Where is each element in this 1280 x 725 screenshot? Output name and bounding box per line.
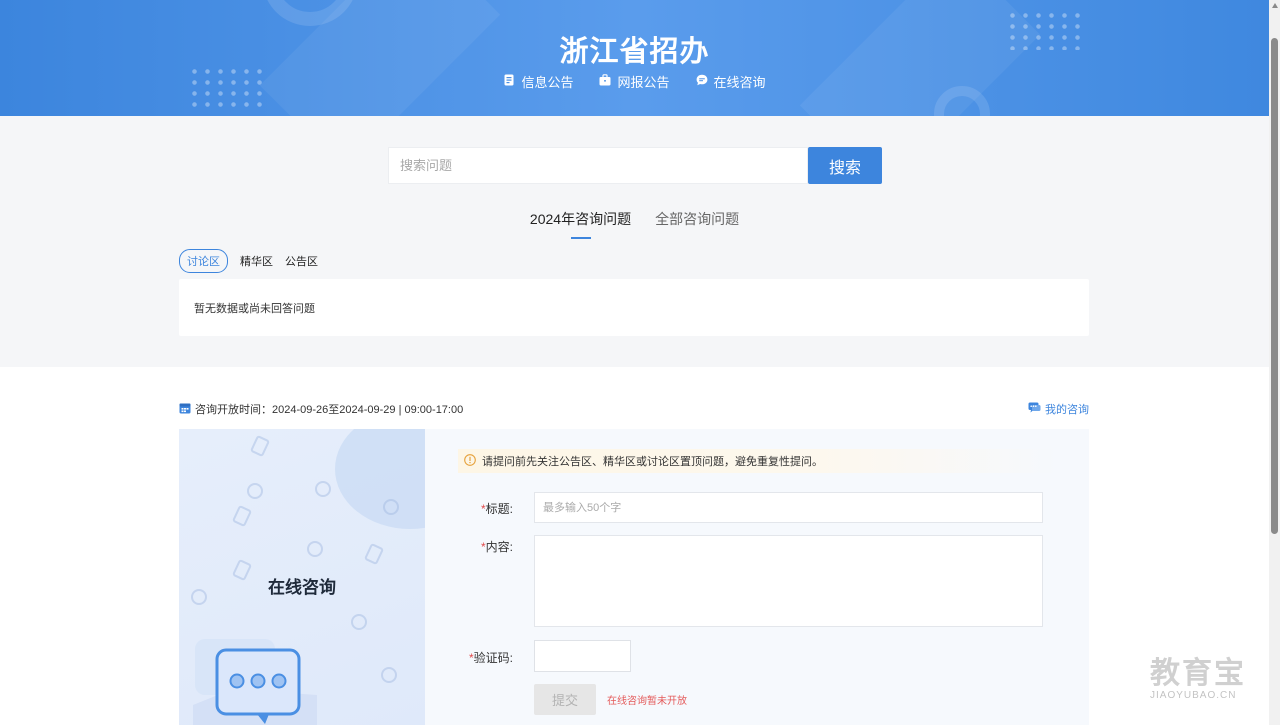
empty-state-text: 暂无数据或尚未回答问题 [194,303,315,315]
document-icon [503,74,515,89]
chat-bubble-icon [696,74,708,89]
content-label: *内容: [451,538,513,555]
content-label-text: 内容: [485,540,513,554]
content-textarea[interactable] [534,535,1043,627]
section-featured[interactable]: 精华区 [240,250,273,272]
my-consult-label: 我的咨询 [1045,404,1089,416]
site-title: 浙江省招办 [559,36,710,68]
decorative-icon [351,614,367,630]
consult-panel: 在线咨询 请提问前先关注公告区、精华区或讨论区置顶问题，避免重复性提问。 *标题… [179,429,1089,725]
decorative-icon [231,504,253,528]
notice-text: 请提问前先关注公告区、精华区或讨论区置顶问题，避免重复性提问。 [482,456,823,468]
page-scrollbar[interactable] [1269,0,1280,725]
info-icon [464,453,476,469]
captcha-input[interactable] [534,640,631,672]
decorative-icon [249,434,271,458]
captcha-label: *验证码: [451,649,513,666]
nav-item-label: 信息公告 [521,75,574,90]
tab-2024-questions[interactable]: 2024年咨询问题 [530,209,631,239]
my-consult-link[interactable]: 我的咨询 [1028,401,1089,417]
header-nav: 信息公告 网报公告 在线咨询 [0,72,1269,91]
chat-icon [1028,402,1041,416]
search-input[interactable] [388,147,808,184]
section-announcement[interactable]: 公告区 [285,250,318,272]
decorative-icon [247,483,263,499]
nav-item-label: 网报公告 [617,75,670,90]
briefcase-icon [599,74,611,89]
question-list: 暂无数据或尚未回答问题 [179,279,1089,336]
nav-item-label: 在线咨询 [713,75,766,90]
section-filter: 讨论区 精华区 公告区 [179,249,318,273]
watermark-domain: JIAOYUBAO.CN [1150,690,1237,701]
year-tabs: 2024年咨询问题 全部咨询问题 [0,209,1269,239]
captcha-label-text: 验证码: [473,651,513,665]
calendar-icon [179,402,191,417]
submit-status-note: 在线咨询暂未开放 [607,696,687,707]
title-label: *标题: [451,500,513,517]
decorative-circle [335,429,425,529]
submit-button[interactable]: 提交 [534,684,596,715]
watermark-text: 教育宝 [1150,656,1246,691]
notice-bar: 请提问前先关注公告区、精华区或讨论区置顶问题，避免重复性提问。 [458,449,1058,473]
tab-all-questions[interactable]: 全部咨询问题 [655,209,739,239]
panel-title: 在线咨询 [268,578,336,597]
scrollbar-thumb[interactable] [1271,38,1278,534]
site-header: 浙江省招办 信息公告 网报公告 在线咨询 [0,0,1269,116]
watermark-logo: 教育宝 JIAOYUBAO.CN [1150,648,1265,701]
search-button[interactable]: 搜索 [808,147,882,184]
scroll-up-arrow-icon[interactable] [1272,3,1278,8]
decorative-icon [315,481,331,497]
title-input[interactable] [534,492,1043,523]
decorative-icon [381,667,397,683]
decorative-icon [307,541,323,557]
decorative-icon [363,542,385,566]
consult-form: 请提问前先关注公告区、精华区或讨论区置顶问题，避免重复性提问。 *标题: *内容… [425,429,1089,725]
question-area: 搜索 2024年咨询问题 全部咨询问题 讨论区 精华区 公告区 暂无数据或尚未回… [0,116,1269,367]
consult-open-time: 咨询开放时间：2024-09-26至2024-09-29 | 09:00-17:… [179,401,463,417]
nav-item-online-consult[interactable]: 在线咨询 [696,72,766,91]
decorative-icon [383,499,399,515]
chat-bubbles-illustration-icon [193,639,317,725]
nav-item-online-application-notice[interactable]: 网报公告 [599,72,670,91]
section-discussion[interactable]: 讨论区 [179,249,228,273]
title-label-text: 标题: [485,502,513,516]
consult-illustration: 在线咨询 [179,429,425,725]
open-time-text: 咨询开放时间：2024-09-26至2024-09-29 | 09:00-17:… [195,404,464,416]
nav-item-info-notice[interactable]: 信息公告 [503,72,573,91]
